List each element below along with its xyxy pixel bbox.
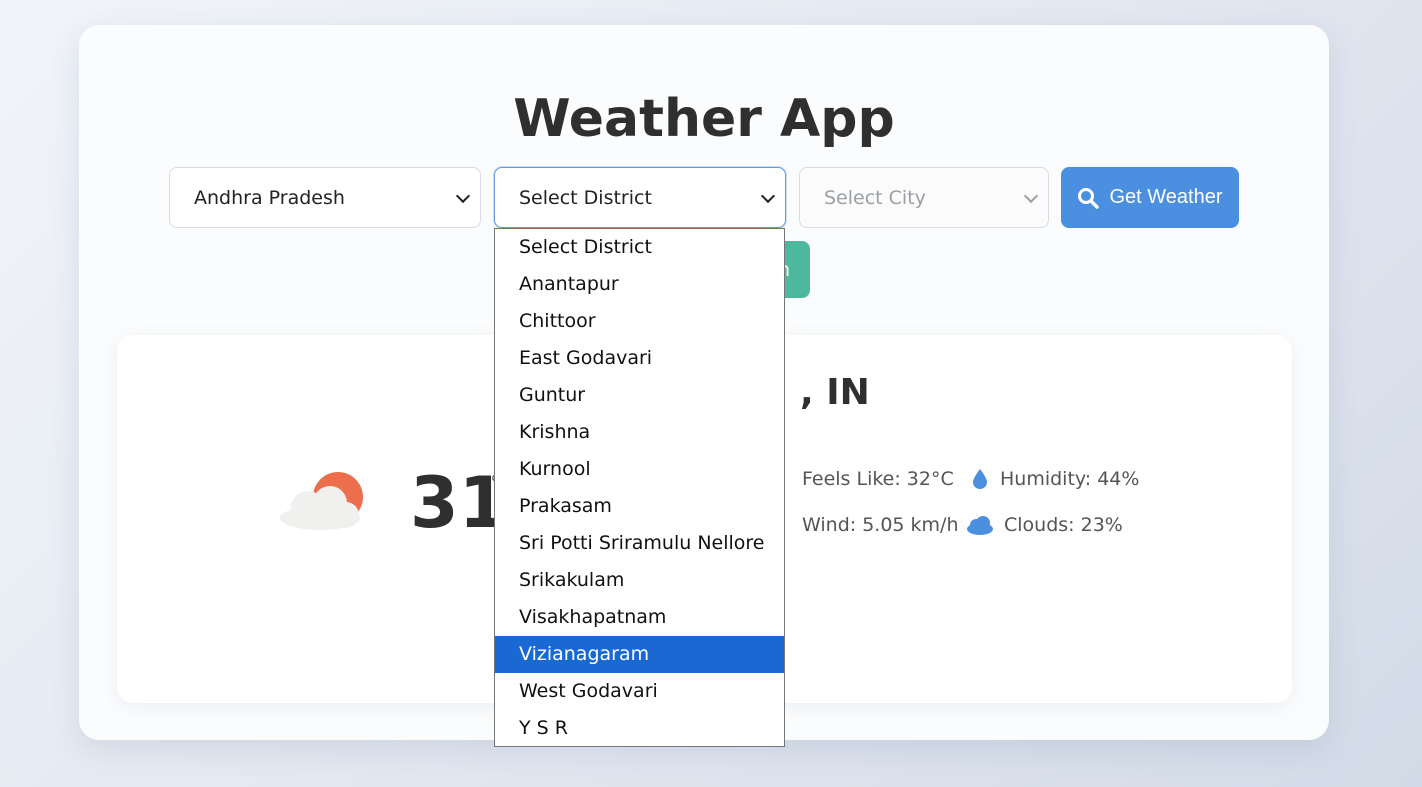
- feels-like-detail: Feels Like: 32°C: [778, 468, 954, 490]
- wind-detail: Wind: 5.05 km/h: [778, 514, 959, 536]
- district-option[interactable]: Visakhapatnam: [495, 599, 784, 636]
- clouds-text: Clouds: 23%: [1004, 514, 1123, 536]
- district-option[interactable]: Y S R: [495, 710, 784, 747]
- chevron-down-icon: [760, 188, 776, 203]
- city-select-placeholder: Select City: [824, 186, 926, 209]
- get-weather-label: Get Weather: [1109, 186, 1223, 208]
- district-select[interactable]: Select District: [494, 167, 786, 228]
- get-weather-button[interactable]: Get Weather: [1061, 167, 1239, 228]
- location-title: , IN: [800, 372, 870, 413]
- district-option[interactable]: Guntur: [495, 377, 784, 414]
- clouds-detail: Clouds: 23%: [966, 514, 1123, 536]
- district-select-value: Select District: [519, 186, 652, 209]
- humidity-text: Humidity: 44%: [1000, 468, 1140, 490]
- district-option[interactable]: Select District: [495, 229, 784, 266]
- district-option[interactable]: East Godavari: [495, 340, 784, 377]
- chevron-down-icon: [455, 188, 471, 203]
- district-option[interactable]: Srikakulam: [495, 562, 784, 599]
- district-option[interactable]: Chittoor: [495, 303, 784, 340]
- district-option-highlighted[interactable]: Vizianagaram: [495, 636, 784, 673]
- district-dropdown-list[interactable]: Select District Anantapur Chittoor East …: [494, 228, 785, 747]
- district-option[interactable]: Anantapur: [495, 266, 784, 303]
- water-drop-icon: [973, 469, 987, 489]
- district-option[interactable]: Sri Potti Sriramulu Nellore: [495, 525, 784, 562]
- state-select[interactable]: Andhra Pradesh: [169, 167, 481, 228]
- humidity-detail: Humidity: 44%: [970, 468, 1139, 490]
- page-title: Weather App: [513, 89, 895, 149]
- chevron-down-icon: [1023, 188, 1039, 203]
- partly-cloudy-icon: [280, 472, 363, 530]
- state-select-value: Andhra Pradesh: [194, 186, 345, 209]
- cloud-icon: [967, 516, 993, 535]
- search-icon: [1078, 187, 1100, 209]
- district-option[interactable]: Krishna: [495, 414, 784, 451]
- wind-text: Wind: 5.05 km/h: [802, 514, 959, 536]
- district-option[interactable]: Prakasam: [495, 488, 784, 525]
- feels-like-text: Feels Like: 32°C: [802, 468, 954, 490]
- district-option[interactable]: West Godavari: [495, 673, 784, 710]
- city-select[interactable]: Select City: [799, 167, 1049, 228]
- district-option[interactable]: Kurnool: [495, 451, 784, 488]
